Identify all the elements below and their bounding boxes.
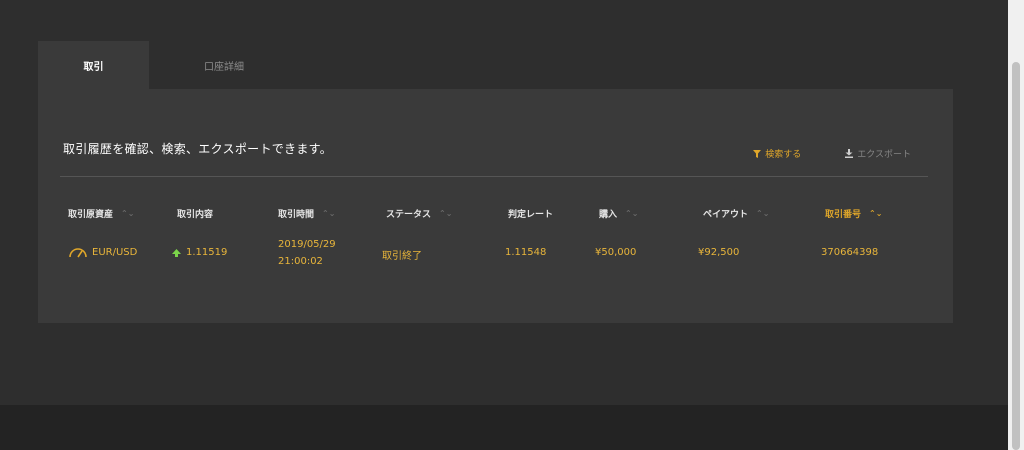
filter-icon [753,149,762,158]
col-header-time[interactable]: 取引時間 ⌃⌄ [278,207,335,220]
sort-icon: ⌃⌄ [756,208,770,218]
tab-bar: 取引 口座詳細 [38,41,299,89]
vertical-scrollbar[interactable] [1008,0,1024,450]
cell-time-clock: 21:00:02 [278,256,323,267]
cell-asset: EUR/USD [68,246,137,258]
cell-payout: ¥92,500 [698,247,740,258]
col-header-status[interactable]: ステータス ⌃⌄ [386,207,452,220]
footer-band [0,405,1008,450]
cell-trade: 1.11519 [172,247,227,258]
up-arrow-icon [172,248,181,257]
search-label: 検索する [765,150,802,160]
col-header-asset[interactable]: 取引原資産 ⌃⌄ [68,207,134,220]
divider [60,176,928,177]
search-button[interactable]: 検索する [753,147,801,160]
scrollbar-thumb[interactable] [1012,62,1020,450]
col-header-rate: 判定レート [508,210,554,220]
cell-rate: 1.11548 [505,247,547,258]
sort-icon: ⌃⌄ [869,208,883,218]
sort-icon: ⌃⌄ [322,208,336,218]
sort-icon: ⌃⌄ [625,208,639,218]
cell-purchase: ¥50,000 [595,247,637,258]
panel-actions: 検索する エクスポート [753,147,911,160]
tab-account-details[interactable]: 口座詳細 [149,41,299,89]
tab-trades[interactable]: 取引 [38,41,149,89]
download-icon [845,149,854,158]
cell-time-date: 2019/05/29 [278,239,336,250]
sort-icon: ⌃⌄ [121,208,135,218]
export-button[interactable]: エクスポート [845,147,911,160]
sort-icon: ⌃⌄ [439,208,453,218]
col-header-trade-no[interactable]: 取引番号 ⌃⌄ [825,207,882,220]
export-label: エクスポート [857,150,911,160]
cell-status: 取引終了 [382,251,422,262]
panel-description: 取引履歴を確認、検索、エクスポートできます。 [63,142,333,156]
page: 取引 口座詳細 取引履歴を確認、検索、エクスポートできます。 検索する エクスポ… [0,0,1024,450]
gauge-icon [69,248,87,258]
col-header-purchase[interactable]: 購入 ⌃⌄ [599,207,638,220]
trade-history-panel: 取引履歴を確認、検索、エクスポートできます。 検索する エクスポート 取引原資産… [38,89,953,323]
col-header-payout[interactable]: ペイアウト ⌃⌄ [703,207,769,220]
col-header-trade: 取引内容 [177,210,214,220]
cell-trade-no: 370664398 [821,247,879,258]
